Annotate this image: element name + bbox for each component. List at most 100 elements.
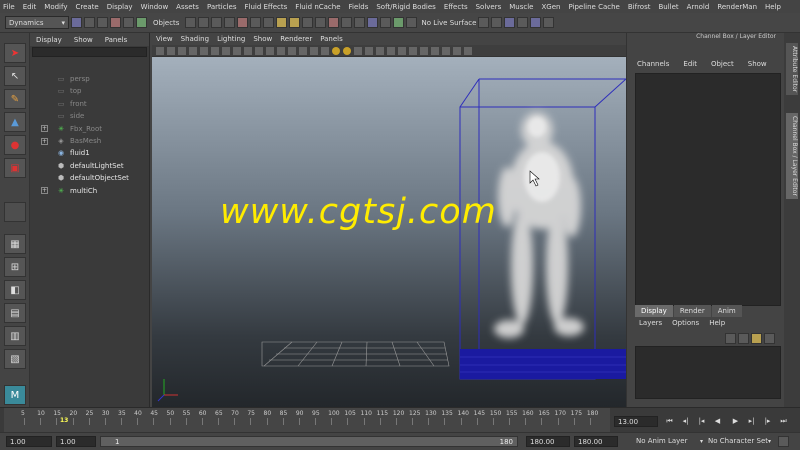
lights-icon[interactable] bbox=[332, 46, 340, 55]
move-tool-icon[interactable]: ▲ bbox=[4, 112, 26, 132]
image-plane-icon[interactable] bbox=[189, 46, 197, 55]
expand-icon[interactable]: + bbox=[41, 187, 48, 195]
outliner-item[interactable]: ⬢ defaultLightSet bbox=[30, 160, 148, 172]
rotate-tool-icon[interactable]: ● bbox=[4, 135, 26, 155]
key-icon[interactable] bbox=[778, 436, 789, 447]
hypershade-icon[interactable] bbox=[315, 17, 327, 28]
menu-renderman[interactable]: RenderMan bbox=[717, 3, 757, 11]
menu-window[interactable]: Window bbox=[141, 3, 169, 11]
outliner-item[interactable]: ▭ top bbox=[30, 85, 148, 97]
menu-xgen[interactable]: XGen bbox=[542, 3, 561, 11]
hud-icon[interactable] bbox=[442, 46, 450, 55]
depth-of-field-icon[interactable] bbox=[387, 46, 395, 55]
chevron-down-icon[interactable]: ▾ bbox=[700, 438, 703, 445]
menu-edit[interactable]: Edit bbox=[23, 3, 37, 11]
time-ticks[interactable]: 13 5 10 15 20 25 30 35 40 45 50 55 60 65 70 75 80 85 90 95… bbox=[4, 408, 610, 433]
viewport-panel[interactable]: View Shading Lighting Show Renderer Panels bbox=[152, 33, 626, 407]
menu-arnold[interactable]: Arnold bbox=[687, 3, 710, 11]
outliner-item[interactable]: ⬢ defaultObjectSet bbox=[30, 172, 148, 184]
last-tool-icon[interactable] bbox=[4, 202, 26, 222]
snap-grid-icon[interactable] bbox=[185, 17, 197, 28]
safe-title-icon[interactable] bbox=[277, 46, 285, 55]
layout-side-icon[interactable]: ◧ bbox=[4, 280, 26, 300]
render-settings-icon[interactable] bbox=[302, 17, 314, 28]
tab-render[interactable]: Render bbox=[673, 305, 711, 317]
menu-fields[interactable]: Fields bbox=[349, 3, 369, 11]
outliner-menu-display[interactable]: Display bbox=[36, 36, 62, 44]
menu-assets[interactable]: Assets bbox=[176, 3, 199, 11]
step-forward-key-icon[interactable]: ▸| bbox=[746, 416, 757, 427]
menu-pipeline-cache[interactable]: Pipeline Cache bbox=[568, 3, 619, 11]
channel-menu-object[interactable]: Object bbox=[711, 60, 734, 68]
menu-particles[interactable]: Particles bbox=[207, 3, 237, 11]
outliner-menu-show[interactable]: Show bbox=[74, 36, 93, 44]
menu-create[interactable]: Create bbox=[75, 3, 98, 11]
range-slider[interactable]: 1 180 bbox=[100, 436, 518, 447]
menu-help[interactable]: Help bbox=[765, 3, 781, 11]
viewport-menu-renderer[interactable]: Renderer bbox=[280, 35, 312, 43]
menu-file[interactable]: File bbox=[3, 3, 15, 11]
layer-menu-layers[interactable]: Layers bbox=[639, 319, 662, 327]
ssao-icon[interactable] bbox=[453, 46, 461, 55]
textured-icon[interactable] bbox=[321, 46, 329, 55]
layer-menu-help[interactable]: Help bbox=[709, 319, 725, 327]
snap-curve-icon[interactable] bbox=[198, 17, 210, 28]
menu-soft-rigid-bodies[interactable]: Soft/Rigid Bodies bbox=[376, 3, 435, 11]
ipr-render-icon[interactable] bbox=[289, 17, 301, 28]
menu-effects[interactable]: Effects bbox=[444, 3, 468, 11]
history-icon[interactable] bbox=[237, 17, 249, 28]
resolution-gate-icon[interactable] bbox=[233, 46, 241, 55]
viewport-options-icon[interactable] bbox=[464, 46, 472, 55]
play-forwards-icon[interactable]: ▶ bbox=[730, 416, 741, 427]
isolate-select-icon[interactable] bbox=[398, 46, 406, 55]
2d-pan-icon[interactable] bbox=[200, 46, 208, 55]
channel-box-tab[interactable]: Channel Box / Layer Editor bbox=[786, 113, 798, 199]
tab-display[interactable]: Display bbox=[635, 305, 673, 317]
x-ray-icon[interactable] bbox=[409, 46, 417, 55]
layers-icon[interactable] bbox=[517, 17, 529, 28]
select-tool-icon[interactable]: ➤ bbox=[4, 43, 26, 63]
anim-layer-label[interactable]: No Anim Layer bbox=[636, 437, 687, 445]
selection-mode-icon[interactable] bbox=[123, 17, 134, 28]
layout-hypershade-icon[interactable]: ▧ bbox=[4, 349, 26, 369]
render-view-icon[interactable] bbox=[504, 17, 516, 28]
layout-graph-icon[interactable]: ▥ bbox=[4, 326, 26, 346]
fluid-icon[interactable] bbox=[393, 17, 405, 28]
playback-end-field[interactable]: 180.00 bbox=[526, 436, 570, 447]
new-scene-icon[interactable] bbox=[71, 17, 82, 28]
snap-view-icon[interactable] bbox=[224, 17, 236, 28]
expand-icon[interactable]: + bbox=[41, 137, 48, 145]
scale-tool-icon[interactable]: ▣ bbox=[4, 158, 26, 178]
safe-action-icon[interactable] bbox=[266, 46, 274, 55]
menu-bullet[interactable]: Bullet bbox=[658, 3, 678, 11]
outliner-item[interactable]: ▭ side bbox=[30, 110, 148, 122]
scene-view[interactable]: www.cgtsj.com persp bbox=[152, 57, 626, 407]
outliner-item[interactable]: + ✳ multiCh bbox=[30, 185, 148, 197]
bookmark-icon[interactable] bbox=[178, 46, 186, 55]
input-icon[interactable] bbox=[250, 17, 262, 28]
smooth-shade-icon[interactable] bbox=[299, 46, 307, 55]
layout-outliner-icon[interactable]: ▤ bbox=[4, 303, 26, 323]
sculpt-icon[interactable] bbox=[367, 17, 379, 28]
save-scene-icon[interactable] bbox=[97, 17, 108, 28]
ambient-occlusion-icon[interactable] bbox=[354, 46, 362, 55]
attribute-editor-tab[interactable]: Attribute Editor bbox=[786, 43, 798, 96]
channel-menu-edit[interactable]: Edit bbox=[683, 60, 697, 68]
layout-single-icon[interactable]: ▦ bbox=[4, 234, 26, 254]
x-ray-joints-icon[interactable] bbox=[420, 46, 428, 55]
current-frame-field[interactable]: 13.00 bbox=[614, 416, 658, 427]
layer-highlight-icon[interactable] bbox=[751, 333, 762, 344]
snap-point-icon[interactable] bbox=[211, 17, 223, 28]
animation-end-field[interactable]: 180.00 bbox=[574, 436, 618, 447]
new-layer-selected-icon[interactable] bbox=[738, 333, 749, 344]
layout-four-icon[interactable]: ⊞ bbox=[4, 257, 26, 277]
transform-input-icon[interactable] bbox=[491, 17, 503, 28]
viewport-menu-view[interactable]: View bbox=[156, 35, 173, 43]
time-slider[interactable]: 13 5 10 15 20 25 30 35 40 45 50 55 60 65 70 75 80 85 90 95… bbox=[0, 407, 800, 433]
field-chart-icon[interactable] bbox=[255, 46, 263, 55]
wireframe-icon[interactable] bbox=[288, 46, 296, 55]
playback-start-field[interactable]: 1.00 bbox=[56, 436, 96, 447]
camera-select-icon[interactable] bbox=[156, 46, 164, 55]
output-icon[interactable] bbox=[263, 17, 275, 28]
paint-icon[interactable] bbox=[380, 17, 392, 28]
